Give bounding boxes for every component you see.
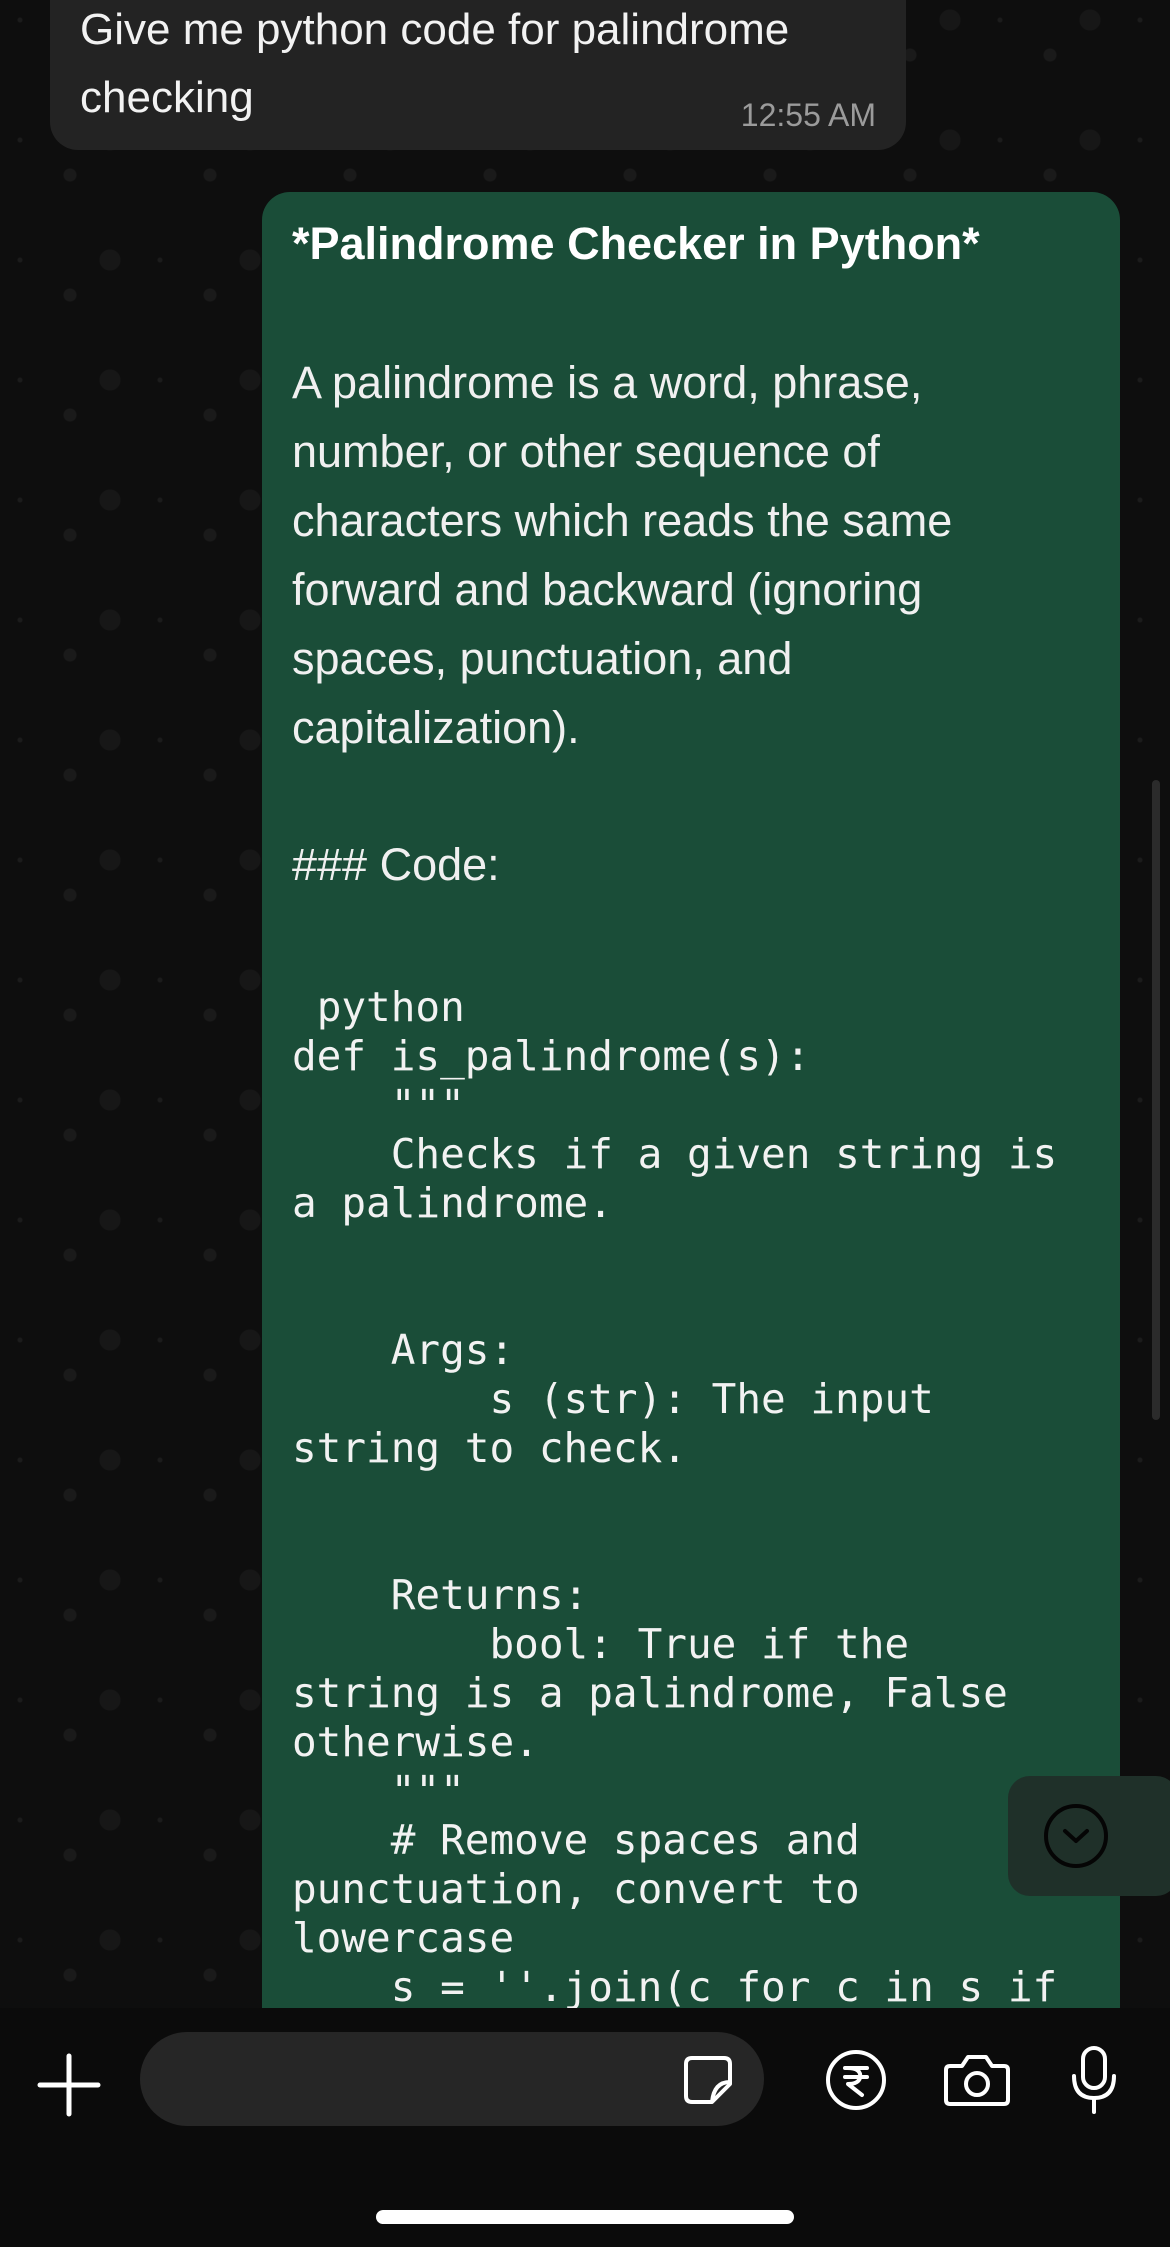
message-input-bar [0,2008,1170,2247]
outgoing-message-bubble[interactable]: *Palindrome Checker in Python* A palindr… [262,192,1120,2008]
attach-button[interactable] [36,2052,102,2118]
camera-icon [944,2055,1010,2106]
microphone-icon [1072,2046,1116,2114]
message-title: *Palindrome Checker in Python* [292,218,980,269]
home-indicator[interactable] [376,2210,794,2224]
message-input[interactable] [140,2032,764,2126]
message-heading: ### Code: [292,839,500,890]
rupee-icon [826,2050,886,2110]
chevron-down-icon [1044,1804,1108,1868]
camera-button[interactable] [942,2050,1012,2110]
payment-button[interactable] [824,2048,888,2112]
message-timestamp: 12:55 AM [740,97,876,133]
incoming-message-bubble[interactable]: Give me python code for palindrome check… [50,0,906,150]
chat-area[interactable]: Give me python code for palindrome check… [0,0,1170,2008]
scroll-to-bottom-button[interactable] [1008,1776,1170,1896]
microphone-button[interactable] [1068,2044,1120,2116]
code-block: python def is_palindrome(s): """ Checks … [292,983,1058,2008]
scrollbar[interactable] [1152,780,1160,1420]
sticker-button[interactable] [682,2054,734,2106]
sticker-icon [684,2056,732,2104]
plus-icon [37,2053,101,2117]
message-paragraph: A palindrome is a word, phrase, number, … [292,357,953,753]
